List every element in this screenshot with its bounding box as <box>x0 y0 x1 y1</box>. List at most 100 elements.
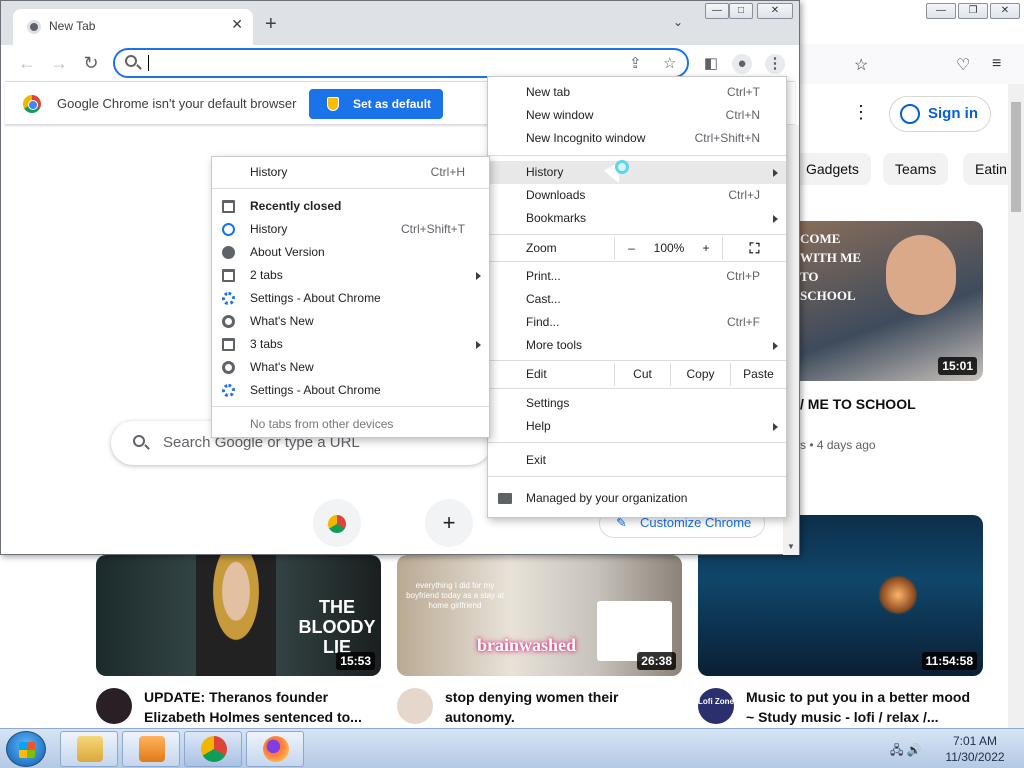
chip-teams[interactable]: Teams <box>883 153 949 185</box>
menu-item-bookmarks[interactable]: Bookmarks <box>488 207 786 230</box>
history-entry[interactable]: What's New <box>212 356 489 379</box>
menu-item-cast[interactable]: Cast... <box>488 288 786 311</box>
chrome-logo-icon <box>328 515 346 534</box>
history-entry[interactable]: 3 tabs <box>212 333 489 356</box>
omnibox[interactable]: ⇪ ☆ <box>113 48 689 78</box>
menu-divider <box>488 155 786 156</box>
menu-item-print[interactable]: Print... Ctrl+P <box>488 265 786 288</box>
menu-item-new-tab[interactable]: New tab Ctrl+T <box>488 81 786 104</box>
bookmark-star-icon[interactable]: ☆ <box>854 55 868 75</box>
firefox-maximize-button[interactable]: ❐ <box>958 3 988 19</box>
bookmark-star-icon[interactable]: ☆ <box>663 54 676 72</box>
search-icon <box>125 55 137 67</box>
copy-button[interactable]: Copy <box>670 363 730 386</box>
video-thumbnail-school[interactable]: COME WITH ME TO SCHOOL 15:01 <box>786 221 983 381</box>
tab-search-chevron-icon[interactable]: ⌄ <box>673 15 683 29</box>
chrome-main-menu: New tab Ctrl+T New window Ctrl+N New Incog… <box>487 76 787 518</box>
profile-avatar-icon[interactable]: ● <box>732 54 752 74</box>
menu-item-downloads[interactable]: Downloads Ctrl+J <box>488 184 786 207</box>
menu-item-exit[interactable]: Exit <box>488 449 786 472</box>
menu-item-new-window[interactable]: New window Ctrl+N <box>488 104 786 127</box>
chrome-menu-kebab-icon[interactable]: ⋮ <box>765 54 785 74</box>
chrome-minimize-button[interactable]: — <box>705 3 729 19</box>
youtube-sign-in-button[interactable]: Sign in <box>889 96 991 132</box>
channel-avatar[interactable] <box>397 688 433 724</box>
firefox-menu-icon[interactable]: ≡ <box>992 55 1001 73</box>
firefox-minimize-button[interactable]: — <box>926 3 956 19</box>
cut-button[interactable]: Cut <box>614 363 670 386</box>
channel-avatar[interactable]: Lofi Zone <box>698 688 734 724</box>
zoom-out-button[interactable]: – <box>614 237 648 260</box>
address-input[interactable] <box>147 53 617 73</box>
history-submenu: History Ctrl+H Recently closed History Ctr… <box>211 156 490 438</box>
menu-item-find[interactable]: Find... Ctrl+F <box>488 311 786 334</box>
history-icon <box>222 223 235 236</box>
history-entry[interactable]: Settings - About Chrome <box>212 287 489 310</box>
video-thumbnail-theranos[interactable]: THE BLOODY LIE 15:53 <box>96 555 381 676</box>
menu-item-settings[interactable]: Settings <box>488 392 786 415</box>
set-as-default-button[interactable]: Set as default <box>309 89 443 119</box>
tab-icon <box>222 200 235 213</box>
submenu-arrow-icon <box>773 169 778 177</box>
system-clock[interactable]: 7:01 AM 11/30/2022 <box>930 733 1020 765</box>
history-entry[interactable]: Settings - About Chrome <box>212 379 489 402</box>
menu-item-new-incognito[interactable]: New Incognito window Ctrl+Shift+N <box>488 127 786 150</box>
taskbar-chrome[interactable] <box>184 731 242 767</box>
menu-item-managed[interactable]: Managed by your organization <box>488 487 786 510</box>
share-icon[interactable]: ⇪ <box>629 54 642 72</box>
fullscreen-icon[interactable]: ⛶ <box>722 237 786 260</box>
chrome-icon <box>222 315 235 328</box>
chrome-maximize-button[interactable]: □ <box>729 3 753 19</box>
side-panel-icon[interactable]: ◧ <box>701 54 721 74</box>
add-shortcut-button[interactable]: + <box>425 499 473 547</box>
settings-icon <box>222 292 235 305</box>
menu-item-history[interactable]: History <box>488 161 786 184</box>
video-title[interactable]: / ME TO SCHOOL <box>800 394 916 414</box>
start-button[interactable] <box>6 731 46 767</box>
taskbar-firefox[interactable] <box>246 731 304 767</box>
firefox-scrollbar[interactable] <box>1008 84 1024 728</box>
chrome-favicon-icon <box>27 20 41 34</box>
taskbar-explorer[interactable] <box>60 731 118 767</box>
video-title[interactable]: UPDATE: Theranos founder Elizabeth Holme… <box>144 687 362 727</box>
clock-time: 7:01 AM <box>952 734 998 748</box>
chrome-close-button[interactable]: ✕ <box>757 3 793 19</box>
channel-avatar[interactable] <box>96 688 132 724</box>
history-entry[interactable]: History Ctrl+Shift+T <box>212 218 489 241</box>
history-entry[interactable]: 2 tabs <box>212 264 489 287</box>
tab-new-tab[interactable]: New Tab ✕ <box>13 9 253 45</box>
firefox-close-button[interactable]: ✕ <box>990 3 1020 19</box>
menu-divider <box>488 388 786 389</box>
submenu-arrow-icon <box>773 342 778 350</box>
lamp-shape <box>878 575 918 615</box>
reload-icon[interactable]: ↻ <box>79 51 103 75</box>
tray-network-volume-icon[interactable]: 🖧 🔊 <box>890 741 922 762</box>
menu-item-help[interactable]: Help <box>488 415 786 438</box>
submenu-arrow-icon <box>476 341 481 349</box>
video-thumbnail-brainwashed[interactable]: everything I did for my boyfriend today … <box>397 555 682 676</box>
chip-gadgets[interactable]: Gadgets <box>794 153 871 185</box>
shortcut-tile[interactable] <box>313 499 361 547</box>
recently-closed-header: Recently closed <box>212 195 489 218</box>
history-entry[interactable]: What's New <box>212 310 489 333</box>
search-icon <box>133 435 145 447</box>
history-entry[interactable]: About Version <box>212 241 489 264</box>
menu-item-more-tools[interactable]: More tools <box>488 334 786 357</box>
zoom-in-button[interactable]: + <box>690 237 722 260</box>
pocket-icon[interactable]: ♡ <box>956 55 970 75</box>
tab-close-icon[interactable]: ✕ <box>231 16 243 33</box>
back-arrow-icon[interactable]: ← <box>15 51 39 75</box>
taskbar-media-player[interactable] <box>122 731 180 767</box>
scroll-down-arrow-icon[interactable]: ▼ <box>787 542 795 551</box>
youtube-settings-kebab-icon[interactable]: ⋮ <box>852 102 870 123</box>
new-tab-button[interactable]: + <box>265 14 277 34</box>
paste-button[interactable]: Paste <box>730 363 786 386</box>
video-duration: 15:53 <box>336 652 375 670</box>
scrollbar-thumb[interactable] <box>1011 102 1021 212</box>
video-title[interactable]: Music to put you in a better mood ~ Stud… <box>746 687 970 727</box>
forward-arrow-icon[interactable]: → <box>47 51 71 75</box>
menu-divider <box>488 442 786 443</box>
history-item-history[interactable]: History Ctrl+H <box>212 161 489 184</box>
video-title[interactable]: stop denying women their autonomy. <box>445 687 618 727</box>
menu-divider <box>488 360 786 361</box>
